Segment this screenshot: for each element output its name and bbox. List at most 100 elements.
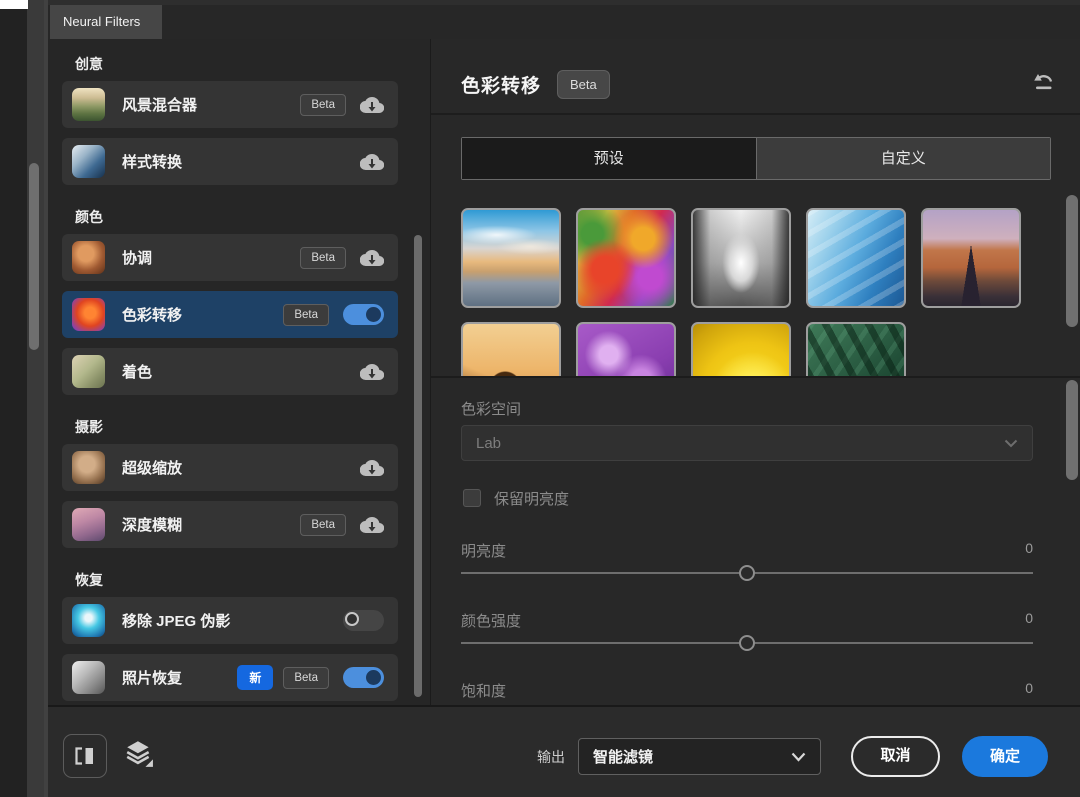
filter-thumbnail bbox=[72, 661, 105, 694]
split-view-icon bbox=[73, 746, 97, 766]
background-scrollbar-track bbox=[27, 0, 44, 797]
slider-label: 饱和度 bbox=[461, 680, 1025, 701]
filter-item-jpeg-artifacts-removal[interactable]: 移除 JPEG 伪影 bbox=[62, 597, 398, 644]
neural-filters-dialog: 创意 风景混合器 Beta 样式转换 颜色 协调 Beta bbox=[48, 39, 1080, 797]
preserve-luminosity-checkbox[interactable] bbox=[463, 489, 481, 507]
slider-value: 0 bbox=[1025, 680, 1033, 701]
filter-thumbnail bbox=[72, 88, 105, 121]
filter-thumbnail bbox=[72, 604, 105, 637]
layers-icon bbox=[124, 738, 154, 768]
filter-label: 移除 JPEG 伪影 bbox=[122, 610, 230, 631]
filter-thumbnail bbox=[72, 508, 105, 541]
filter-thumbnail bbox=[72, 145, 105, 178]
background-app-area bbox=[0, 0, 27, 797]
filter-list-sidebar: 创意 风景混合器 Beta 样式转换 颜色 协调 Beta bbox=[48, 39, 430, 705]
cloud-download-icon[interactable] bbox=[360, 362, 384, 382]
canvas-corner bbox=[0, 0, 28, 9]
cloud-download-icon[interactable] bbox=[360, 515, 384, 535]
filter-item-depth-blur[interactable]: 深度模糊 Beta bbox=[62, 501, 398, 548]
preset-thumbnail-orange-silhouette[interactable] bbox=[461, 322, 561, 376]
output-label: 输出 bbox=[537, 747, 565, 767]
filter-item-landscape-mixer[interactable]: 风景混合器 Beta bbox=[62, 81, 398, 128]
beta-badge: Beta bbox=[300, 94, 346, 116]
filter-item-color-transfer[interactable]: 色彩转移 Beta bbox=[62, 291, 398, 338]
filter-label: 深度模糊 bbox=[122, 514, 182, 535]
output-select[interactable]: 智能滤镜 bbox=[578, 738, 821, 775]
ok-button[interactable]: 确定 bbox=[962, 736, 1048, 777]
color-space-value: Lab bbox=[476, 435, 1004, 452]
filter-label: 超级缩放 bbox=[122, 457, 182, 478]
filter-enable-toggle[interactable] bbox=[343, 667, 384, 688]
slider-label: 颜色强度 bbox=[461, 610, 1025, 631]
filter-item-photo-restoration[interactable]: 照片恢复 新 Beta bbox=[62, 654, 398, 701]
slider-handle[interactable] bbox=[739, 635, 755, 651]
preset-thumbnail-purple-lilac[interactable] bbox=[576, 322, 676, 376]
filter-item-style-transfer[interactable]: 样式转换 bbox=[62, 138, 398, 185]
slider-value: 0 bbox=[1025, 610, 1033, 631]
filter-label: 样式转换 bbox=[122, 151, 182, 172]
background-scrollbar-thumb[interactable] bbox=[29, 163, 39, 350]
preset-thumbnail-sunset-lake[interactable] bbox=[461, 208, 561, 308]
filter-item-harmonization[interactable]: 协调 Beta bbox=[62, 234, 398, 281]
tab-custom[interactable]: 自定义 bbox=[756, 138, 1051, 179]
color-space-label: 色彩空间 bbox=[461, 398, 1033, 419]
preset-custom-tabbar: 预设 自定义 bbox=[461, 137, 1051, 180]
filter-enable-toggle[interactable] bbox=[343, 304, 384, 325]
cloud-download-icon[interactable] bbox=[360, 95, 384, 115]
dialog-footer: 输出 智能滤镜 取消 确定 bbox=[48, 705, 1080, 797]
filter-settings: 色彩空间 Lab 保留明亮度 明亮度 0 颜色强度 bbox=[461, 378, 1033, 705]
title-beta-badge: Beta bbox=[557, 70, 610, 99]
preset-gallery bbox=[461, 204, 1053, 376]
filter-thumbnail bbox=[72, 241, 105, 274]
beta-badge: Beta bbox=[283, 304, 329, 326]
color-space-select[interactable]: Lab bbox=[461, 425, 1033, 461]
filter-title: 色彩转移 bbox=[461, 71, 541, 98]
presets-scrollbar-thumb[interactable] bbox=[1066, 195, 1078, 327]
cloud-download-icon[interactable] bbox=[360, 458, 384, 478]
filter-label: 照片恢复 bbox=[122, 667, 182, 688]
preset-thumbnail-yellow-flower[interactable] bbox=[691, 322, 791, 376]
filter-enable-toggle[interactable] bbox=[343, 610, 384, 631]
preset-thumbnail-blue-feathers[interactable] bbox=[806, 208, 906, 308]
reset-filter-button[interactable] bbox=[1032, 70, 1056, 94]
dialog-titlebar: Neural Filters bbox=[48, 5, 1080, 39]
filter-label: 风景混合器 bbox=[122, 94, 197, 115]
preset-thumbnail-desert-road[interactable] bbox=[921, 208, 1021, 308]
chevron-down-icon bbox=[1004, 439, 1018, 448]
preserve-luminosity-label: 保留明亮度 bbox=[494, 488, 569, 509]
filter-item-super-zoom[interactable]: 超级缩放 bbox=[62, 444, 398, 491]
tab-presets[interactable]: 预设 bbox=[462, 138, 756, 179]
neural-filters-window-tab[interactable]: Neural Filters bbox=[50, 5, 162, 39]
luminosity-slider[interactable] bbox=[461, 565, 1033, 581]
slider-value: 0 bbox=[1025, 540, 1033, 561]
filter-label: 色彩转移 bbox=[122, 304, 182, 325]
section-title-color: 颜色 bbox=[75, 207, 430, 223]
filter-thumbnail bbox=[72, 451, 105, 484]
divider bbox=[431, 113, 1080, 115]
filter-thumbnail bbox=[72, 355, 105, 388]
preset-thumbnail-green-leaves[interactable] bbox=[806, 322, 906, 376]
color-strength-slider-group: 颜色强度 0 bbox=[461, 610, 1033, 651]
cloud-download-icon[interactable] bbox=[360, 248, 384, 268]
filter-label: 着色 bbox=[122, 361, 152, 382]
beta-badge: Beta bbox=[283, 667, 329, 689]
layers-flyout-button[interactable] bbox=[124, 738, 160, 774]
section-title-creative: 创意 bbox=[75, 54, 430, 70]
sidebar-scrollbar-thumb[interactable] bbox=[414, 235, 422, 697]
section-title-restoration: 恢复 bbox=[75, 570, 430, 586]
filter-item-colorize[interactable]: 着色 bbox=[62, 348, 398, 395]
preset-thumbnail-bw-cathedral[interactable] bbox=[691, 208, 791, 308]
cloud-download-icon[interactable] bbox=[360, 152, 384, 172]
luminosity-slider-group: 明亮度 0 bbox=[461, 540, 1033, 581]
cancel-button[interactable]: 取消 bbox=[851, 736, 940, 777]
beta-badge: Beta bbox=[300, 514, 346, 536]
slider-handle[interactable] bbox=[739, 565, 755, 581]
filter-label: 协调 bbox=[122, 247, 152, 268]
color-strength-slider[interactable] bbox=[461, 635, 1033, 651]
slider-label: 明亮度 bbox=[461, 540, 1025, 561]
preset-thumbnail-abstract-paint[interactable] bbox=[576, 208, 676, 308]
section-title-photography: 摄影 bbox=[75, 417, 430, 433]
split-view-preview-button[interactable] bbox=[63, 734, 107, 778]
new-badge: 新 bbox=[237, 665, 273, 690]
settings-scrollbar-thumb[interactable] bbox=[1066, 380, 1078, 480]
